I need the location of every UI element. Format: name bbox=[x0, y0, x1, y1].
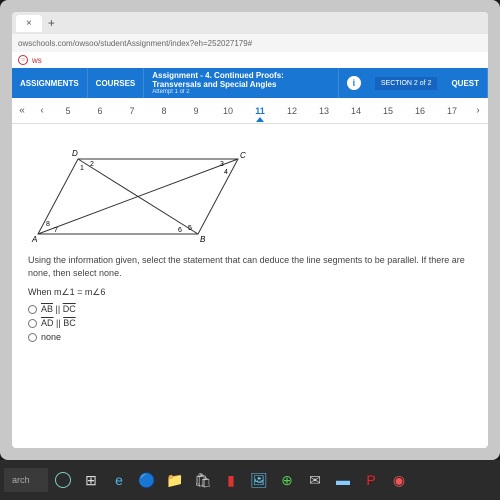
pager-num-9[interactable]: 9 bbox=[180, 101, 212, 121]
explorer-icon[interactable]: 📁 bbox=[162, 467, 188, 493]
assignment-title-cell: Assignment - 4. Continued Proofs: Transv… bbox=[144, 68, 339, 98]
pinterest-icon[interactable]: P bbox=[358, 467, 384, 493]
nav-courses[interactable]: COURSES bbox=[88, 68, 145, 98]
windows-taskbar: arch ⊞ e 🔵 📁 🛍 ▮ 🖼 ⊕ ✉ ▬ P ◉ bbox=[0, 460, 500, 500]
store-icon[interactable]: 🛍 bbox=[190, 467, 216, 493]
new-tab-icon[interactable]: + bbox=[48, 16, 55, 30]
vertex-a: A bbox=[31, 235, 37, 244]
tab-close-icon[interactable]: × bbox=[26, 18, 32, 29]
photos-icon[interactable]: 🖼 bbox=[246, 467, 272, 493]
taskbar-search[interactable]: arch bbox=[4, 468, 48, 492]
xbox-icon[interactable]: ⊕ bbox=[274, 467, 300, 493]
url-text: owschools.com/owsoo/studentAssignment/in… bbox=[18, 39, 482, 48]
pager-num-5[interactable]: 5 bbox=[52, 101, 84, 121]
question-prompt: Using the information given, select the … bbox=[28, 254, 472, 279]
pager-num-11[interactable]: 11 bbox=[244, 101, 276, 121]
pager-prev-icon[interactable]: ‹ bbox=[32, 105, 52, 116]
svg-text:2: 2 bbox=[90, 161, 94, 168]
option-c[interactable]: none bbox=[28, 332, 472, 342]
course-header: ASSIGNMENTS COURSES Assignment - 4. Cont… bbox=[12, 68, 488, 98]
pager-first-icon[interactable]: « bbox=[12, 105, 32, 116]
nav-assignments[interactable]: ASSIGNMENTS bbox=[12, 68, 88, 98]
pager-num-15[interactable]: 15 bbox=[372, 101, 404, 121]
pager-next-icon[interactable]: › bbox=[468, 105, 488, 116]
address-bar[interactable]: owschools.com/owsoo/studentAssignment/in… bbox=[12, 34, 488, 52]
pager-num-10[interactable]: 10 bbox=[212, 101, 244, 121]
task-view-icon[interactable]: ⊞ bbox=[78, 467, 104, 493]
option-b[interactable]: AD || BC bbox=[28, 318, 472, 328]
tab-bar: × + bbox=[12, 12, 488, 34]
svg-text:8: 8 bbox=[46, 221, 50, 228]
option-c-radio[interactable] bbox=[28, 333, 37, 342]
svg-text:3: 3 bbox=[220, 161, 224, 168]
app-name: ws bbox=[32, 56, 42, 65]
question-content: A B C D 1 2 3 4 5 6 7 8 Using the inform… bbox=[12, 124, 488, 360]
vertex-c: C bbox=[240, 151, 246, 160]
svg-text:7: 7 bbox=[54, 227, 58, 234]
chrome-icon[interactable]: 🔵 bbox=[134, 467, 160, 493]
svg-text:6: 6 bbox=[178, 227, 182, 234]
app-icon-2[interactable]: ▬ bbox=[330, 467, 356, 493]
pager-num-16[interactable]: 16 bbox=[404, 101, 436, 121]
app-header: ○ ws bbox=[12, 52, 488, 68]
vertex-d: D bbox=[72, 149, 78, 158]
svg-text:5: 5 bbox=[188, 225, 192, 232]
given-condition: When m∠1 = m∠6 bbox=[28, 287, 472, 298]
app-icon-3[interactable]: ◉ bbox=[386, 467, 412, 493]
pager-num-8[interactable]: 8 bbox=[148, 101, 180, 121]
app-icon: ○ bbox=[18, 55, 28, 65]
geometry-figure: A B C D 1 2 3 4 5 6 7 8 bbox=[28, 144, 248, 244]
svg-text:4: 4 bbox=[224, 169, 228, 176]
svg-text:1: 1 bbox=[80, 165, 84, 172]
pager-num-7[interactable]: 7 bbox=[116, 101, 148, 121]
pager-num-6[interactable]: 6 bbox=[84, 101, 116, 121]
edge-icon[interactable]: e bbox=[106, 467, 132, 493]
question-pager: « ‹ 567891011121314151617 › bbox=[12, 98, 488, 124]
option-a-radio[interactable] bbox=[28, 305, 37, 314]
vertex-b: B bbox=[200, 235, 206, 244]
browser-tab[interactable]: × bbox=[16, 15, 42, 32]
nav-questions[interactable]: QUEST bbox=[443, 68, 488, 98]
cortana-icon[interactable] bbox=[50, 467, 76, 493]
pager-num-17[interactable]: 17 bbox=[436, 101, 468, 121]
section-button[interactable]: SECTION 2 of 2 bbox=[375, 77, 438, 90]
pager-num-14[interactable]: 14 bbox=[340, 101, 372, 121]
pager-num-13[interactable]: 13 bbox=[308, 101, 340, 121]
mail-icon[interactable]: ✉ bbox=[302, 467, 328, 493]
pager-num-12[interactable]: 12 bbox=[276, 101, 308, 121]
info-icon[interactable]: i bbox=[347, 76, 361, 90]
app-icon-1[interactable]: ▮ bbox=[218, 467, 244, 493]
option-b-radio[interactable] bbox=[28, 319, 37, 328]
option-a[interactable]: AB || DC bbox=[28, 304, 472, 314]
